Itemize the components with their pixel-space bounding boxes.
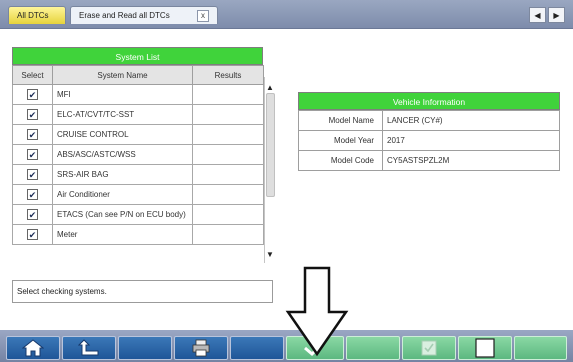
tab-label: Erase and Read all DTCs: [79, 11, 170, 20]
table-row[interactable]: ✔ Air Conditioner: [12, 184, 264, 205]
column-header-results: Results: [192, 65, 264, 85]
info-label: Model Year: [298, 130, 383, 151]
vehicle-info-table: Model Name LANCER (CY#) Model Year 2017 …: [298, 110, 560, 171]
select-checkbox[interactable]: ✔: [27, 129, 38, 140]
home-button[interactable]: [6, 336, 60, 360]
select-all-icon: [421, 340, 437, 356]
result-cell: [192, 84, 264, 105]
info-label: Model Name: [298, 110, 383, 131]
select-checkbox[interactable]: ✔: [27, 229, 38, 240]
table-header-row: Select System Name Results: [12, 65, 264, 85]
system-name-cell: CRUISE CONTROL: [52, 124, 193, 145]
arrow-left-icon[interactable]: ◀: [529, 7, 546, 23]
system-list-panel: System List Select System Name Results ✔…: [12, 47, 264, 245]
toolbar-button-empty[interactable]: [118, 336, 172, 360]
result-cell: [192, 144, 264, 165]
system-name-cell: MFI: [52, 84, 193, 105]
select-checkbox[interactable]: ✔: [27, 109, 38, 120]
scroll-up-icon[interactable]: ▲: [266, 83, 274, 92]
table-row[interactable]: ✔ Meter: [12, 224, 264, 245]
table-row: Model Year 2017: [298, 130, 560, 151]
system-name-cell: SRS-AIR BAG: [52, 164, 193, 185]
column-header-select: Select: [12, 65, 53, 85]
column-header-system-name: System Name: [52, 65, 193, 85]
table-row[interactable]: ✔ CRUISE CONTROL: [12, 124, 264, 145]
tab-scroll-arrows: ◀ ▶: [527, 7, 565, 23]
toolbar-button-empty[interactable]: [230, 336, 284, 360]
select-all-button[interactable]: [402, 336, 456, 360]
back-button[interactable]: [62, 336, 116, 360]
scroll-down-icon[interactable]: ▼: [266, 250, 274, 259]
select-checkbox[interactable]: ✔: [27, 189, 38, 200]
table-row[interactable]: ✔ MFI: [12, 84, 264, 105]
tab-label: All DTCs: [17, 11, 49, 20]
back-icon: [78, 339, 99, 356]
info-value: 2017: [382, 130, 560, 151]
result-cell: [192, 224, 264, 245]
vehicle-info-title: Vehicle Information: [298, 92, 560, 110]
tab-all-dtcs[interactable]: All DTCs: [8, 6, 66, 24]
info-label: Model Code: [298, 150, 383, 171]
info-value: CY5ASTSPZL2M: [382, 150, 560, 171]
result-cell: [192, 124, 264, 145]
info-value: LANCER (CY#): [382, 110, 560, 131]
system-name-cell: ABS/ASC/ASTC/WSS: [52, 144, 193, 165]
print-button[interactable]: [174, 336, 228, 360]
deselect-all-icon: [475, 338, 495, 358]
down-arrow-icon: [285, 266, 349, 357]
close-icon[interactable]: x: [197, 10, 209, 22]
print-icon: [192, 339, 210, 357]
result-cell: [192, 184, 264, 205]
result-cell: [192, 104, 264, 125]
table-row[interactable]: ✔ ABS/ASC/ASTC/WSS: [12, 144, 264, 165]
tab-bar: All DTCs Erase and Read all DTCs x ◀ ▶: [0, 0, 573, 29]
system-list-table: Select System Name Results ✔ MFI ✔ ELC-A…: [12, 65, 264, 245]
select-checkbox[interactable]: ✔: [27, 169, 38, 180]
select-checkbox[interactable]: ✔: [27, 149, 38, 160]
select-checkbox[interactable]: ✔: [27, 209, 38, 220]
table-row[interactable]: ✔ SRS-AIR BAG: [12, 164, 264, 185]
system-name-cell: ELC-AT/CVT/TC-SST: [52, 104, 193, 125]
system-name-cell: Meter: [52, 224, 193, 245]
system-name-cell: Air Conditioner: [52, 184, 193, 205]
table-row: Model Name LANCER (CY#): [298, 110, 560, 131]
home-icon: [22, 339, 44, 357]
system-list-scrollbar[interactable]: ▲ ▼: [264, 77, 275, 263]
arrow-right-icon[interactable]: ▶: [548, 7, 565, 23]
result-cell: [192, 164, 264, 185]
tab-erase-read-all-dtcs[interactable]: Erase and Read all DTCs x: [70, 6, 218, 24]
vehicle-info-panel: Vehicle Information Model Name LANCER (C…: [298, 92, 560, 171]
system-list-title: System List: [12, 47, 263, 65]
select-checkbox[interactable]: ✔: [27, 89, 38, 100]
scrollbar-thumb[interactable]: [266, 93, 275, 197]
deselect-all-button[interactable]: [458, 336, 512, 360]
table-row: Model Code CY5ASTSPZL2M: [298, 150, 560, 171]
toolbar-button-empty[interactable]: [514, 336, 567, 360]
status-message: Select checking systems.: [12, 280, 273, 303]
toolbar-button-empty[interactable]: [346, 336, 400, 360]
table-row[interactable]: ✔ ETACS (Can see P/N on ECU body): [12, 204, 264, 225]
table-row[interactable]: ✔ ELC-AT/CVT/TC-SST: [12, 104, 264, 125]
system-name-cell: ETACS (Can see P/N on ECU body): [52, 204, 193, 225]
result-cell: [192, 204, 264, 225]
